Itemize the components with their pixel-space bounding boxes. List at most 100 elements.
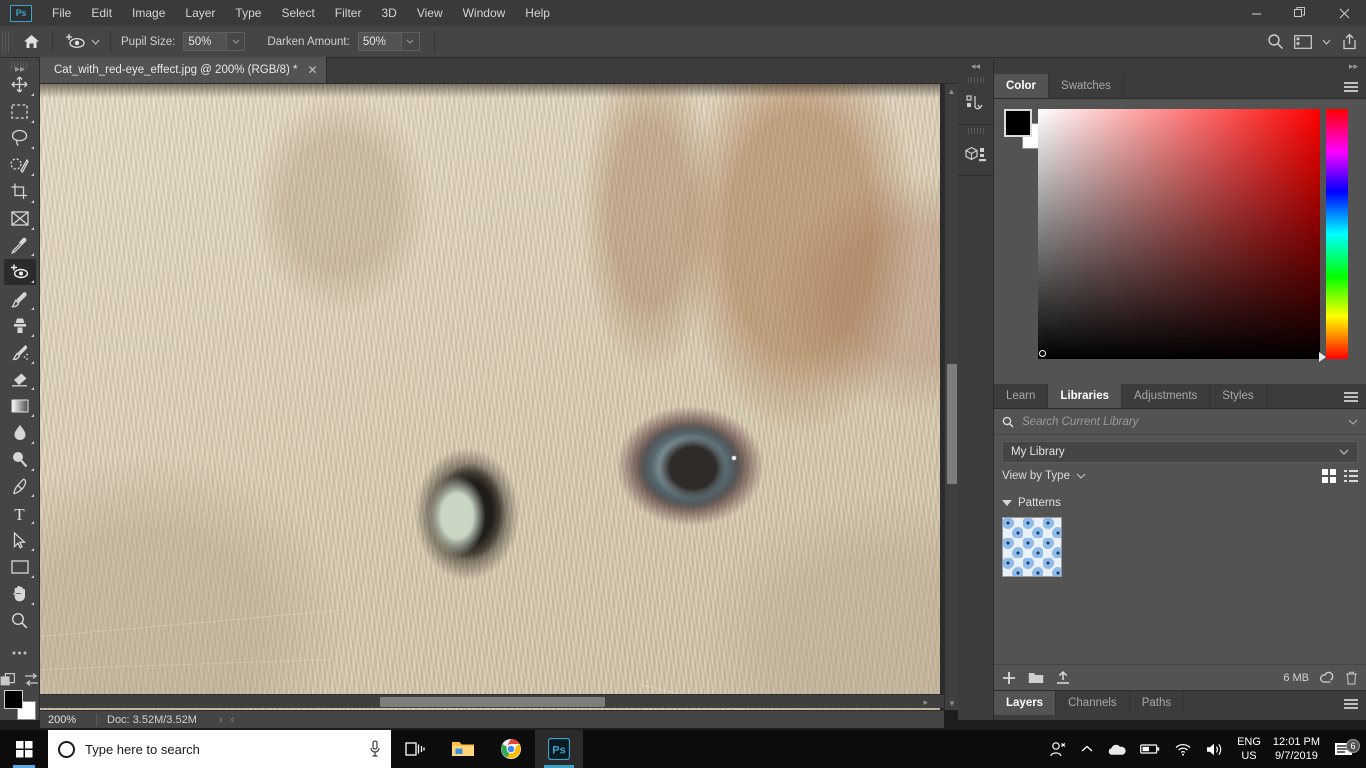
start-button[interactable]: [0, 730, 48, 768]
volume-button[interactable]: [1199, 742, 1231, 757]
action-center-button[interactable]: 6: [1326, 739, 1366, 757]
patterns-group-header[interactable]: Patterns: [1002, 497, 1358, 509]
canvas-vertical-scrollbar[interactable]: ▲ ▼: [944, 84, 958, 710]
tab-paths[interactable]: Paths: [1129, 691, 1185, 715]
document-tab[interactable]: Cat_with_red-eye_effect.jpg @ 200% (RGB/…: [40, 57, 327, 83]
color-panel-menu-button[interactable]: [1344, 74, 1358, 99]
menu-window[interactable]: Window: [453, 0, 516, 26]
zoom-level[interactable]: 200%: [40, 714, 96, 726]
color-spectrum-field[interactable]: [1038, 109, 1320, 359]
vertical-scroll-thumb[interactable]: [947, 364, 957, 484]
path-selection-tool[interactable]: [4, 527, 36, 553]
zoom-tool[interactable]: [4, 608, 36, 634]
hand-tool[interactable]: [4, 581, 36, 607]
canvas-horizontal-scrollbar[interactable]: ▸: [40, 694, 944, 708]
toolbar-collapse-arrows[interactable]: ▸▸: [2, 60, 38, 78]
tab-channels[interactable]: Channels: [1056, 691, 1130, 715]
blue-dots-pattern-thumbnail[interactable]: [1002, 517, 1062, 577]
list-view-icon[interactable]: [1344, 470, 1358, 482]
scroll-down-arrow[interactable]: ▼: [945, 696, 958, 710]
tab-styles[interactable]: Styles: [1210, 384, 1267, 408]
options-bar-grip[interactable]: [2, 30, 10, 53]
add-content-icon[interactable]: [1002, 671, 1016, 685]
people-button[interactable]: [1042, 741, 1074, 757]
menu-select[interactable]: Select: [271, 0, 324, 26]
eraser-tool[interactable]: [4, 367, 36, 393]
workspace-button[interactable]: [1290, 29, 1316, 55]
pupil-size-input[interactable]: 50%: [183, 32, 228, 51]
darken-amount-field[interactable]: 50%: [357, 32, 420, 51]
network-button[interactable]: [1167, 742, 1199, 756]
upload-icon[interactable]: [1056, 670, 1070, 685]
menu-view[interactable]: View: [407, 0, 453, 26]
share-button[interactable]: [1336, 29, 1362, 55]
show-hidden-icons-button[interactable]: [1074, 745, 1100, 753]
clone-stamp-tool[interactable]: [4, 313, 36, 339]
microphone-icon[interactable]: [369, 740, 381, 758]
rail-grip-2[interactable]: [967, 128, 984, 134]
document-image[interactable]: [40, 84, 940, 710]
foreground-color-swatch[interactable]: [3, 690, 23, 710]
lasso-tool[interactable]: [4, 126, 36, 152]
tab-color[interactable]: Color: [994, 74, 1050, 98]
new-group-icon[interactable]: [1028, 671, 1044, 684]
menu-help[interactable]: Help: [515, 0, 560, 26]
darken-amount-dropdown[interactable]: [401, 32, 420, 51]
tab-libraries[interactable]: Libraries: [1048, 384, 1122, 408]
tab-swatches[interactable]: Swatches: [1049, 74, 1124, 98]
history-panel-button[interactable]: [958, 84, 994, 124]
file-explorer-button[interactable]: [439, 730, 487, 768]
task-view-button[interactable]: [391, 730, 439, 768]
library-search-input[interactable]: Search Current Library: [1022, 416, 1340, 428]
frame-tool[interactable]: [4, 206, 36, 232]
scroll-right-arrow[interactable]: ▸: [923, 695, 928, 709]
color-swatches-toolbar[interactable]: [3, 690, 36, 720]
3d-panel-button[interactable]: [958, 135, 994, 175]
photoshop-taskbar-button[interactable]: Ps: [535, 730, 583, 768]
libraries-panel-menu-button[interactable]: [1344, 384, 1358, 409]
red-eye-tool[interactable]: [3, 259, 36, 286]
foreground-color-chip[interactable]: [1004, 109, 1032, 137]
darken-amount-input[interactable]: 50%: [357, 32, 402, 51]
menu-3d[interactable]: 3D: [371, 0, 406, 26]
pen-tool[interactable]: [4, 474, 36, 500]
taskbar-search-box[interactable]: Type here to search: [48, 730, 391, 768]
horizontal-scroll-thumb[interactable]: [380, 697, 605, 707]
status-collapse-chevron[interactable]: ‹: [231, 714, 235, 726]
menu-filter[interactable]: Filter: [325, 0, 372, 26]
restore-button[interactable]: [1278, 0, 1322, 26]
brush-tool[interactable]: [4, 286, 36, 312]
tab-layers[interactable]: Layers: [994, 691, 1057, 715]
trash-icon[interactable]: [1345, 671, 1358, 685]
menu-layer[interactable]: Layer: [175, 0, 225, 26]
close-button[interactable]: [1322, 0, 1366, 26]
rail-collapse-button[interactable]: ◂◂: [958, 58, 993, 74]
grid-view-icon[interactable]: [1322, 469, 1336, 483]
eyedropper-tool[interactable]: [4, 233, 36, 259]
menu-file[interactable]: File: [42, 0, 81, 26]
pupil-size-field[interactable]: 50%: [183, 32, 246, 51]
pupil-size-dropdown[interactable]: [227, 32, 246, 51]
canvas-area[interactable]: ▲ ▼: [40, 84, 958, 710]
library-search-row[interactable]: Search Current Library: [994, 409, 1366, 435]
search-button[interactable]: [1262, 29, 1288, 55]
rectangle-tool[interactable]: [4, 554, 36, 580]
google-chrome-button[interactable]: [487, 730, 535, 768]
workspace-dropdown[interactable]: [1318, 29, 1334, 55]
creative-cloud-icon[interactable]: [1319, 671, 1335, 685]
status-expand-chevron[interactable]: ›: [219, 714, 223, 726]
hue-slider[interactable]: [1319, 109, 1348, 362]
language-indicator[interactable]: ENG US: [1231, 735, 1267, 763]
dodge-tool[interactable]: [4, 447, 36, 473]
tab-adjustments[interactable]: Adjustments: [1122, 384, 1211, 408]
menu-edit[interactable]: Edit: [81, 0, 122, 26]
chevron-down-icon[interactable]: [1348, 419, 1358, 425]
menu-type[interactable]: Type: [225, 0, 271, 26]
layers-panel-menu-button[interactable]: [1344, 691, 1358, 716]
gradient-tool[interactable]: [4, 393, 36, 419]
history-brush-tool[interactable]: [4, 340, 36, 366]
edit-toolbar-button[interactable]: [4, 640, 36, 666]
tool-preset-picker[interactable]: [59, 29, 104, 55]
crop-tool[interactable]: [4, 179, 36, 205]
screen-mode-button[interactable]: [23, 673, 40, 687]
